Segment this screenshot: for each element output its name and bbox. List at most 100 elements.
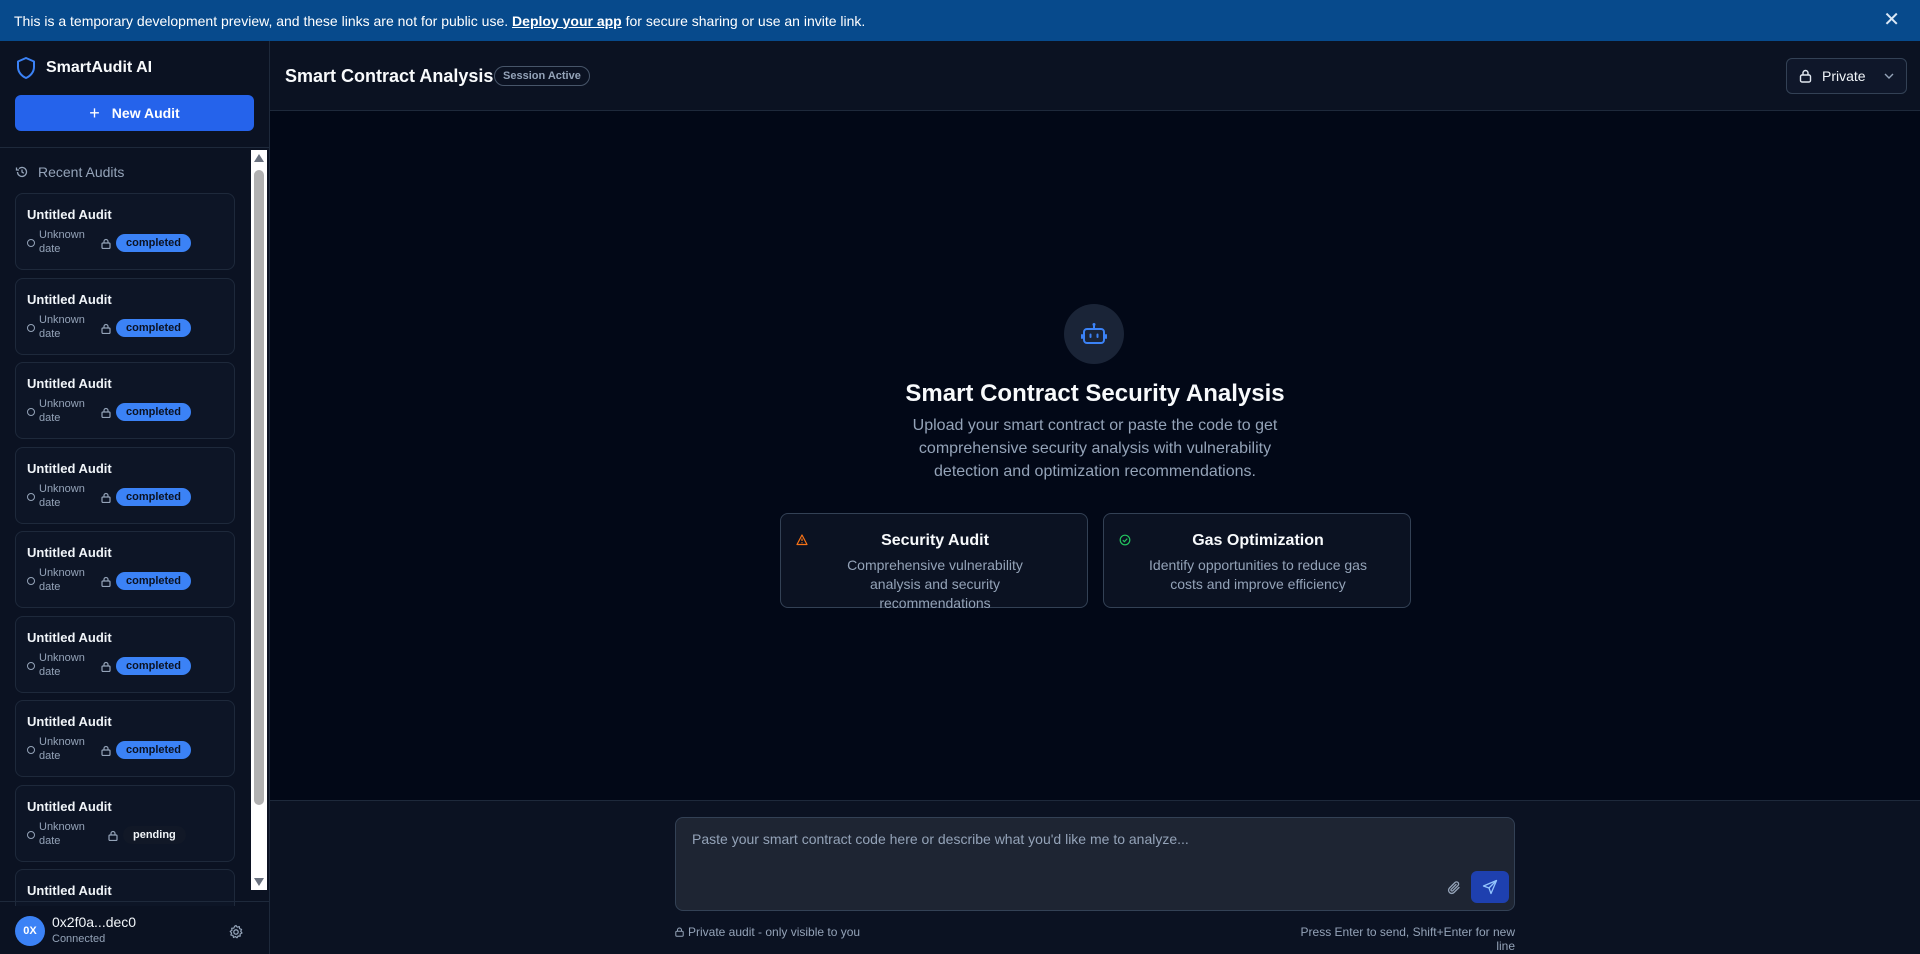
clock-icon: [27, 662, 35, 670]
audit-date: Unknown date: [39, 483, 85, 509]
audit-item[interactable]: Untitled Audit Unknown date completed: [15, 531, 235, 608]
feature-description: Identify opportunities to reduce gas cos…: [1149, 557, 1367, 592]
brand-name: SmartAudit AI: [46, 59, 153, 76]
scroll-down-icon[interactable]: [254, 878, 264, 886]
lock-icon: [101, 238, 111, 249]
clock-icon: [27, 408, 35, 416]
lock-icon: [108, 830, 118, 841]
header: Smart Contract Analysis Session Active P…: [270, 41, 1920, 111]
audit-item[interactable]: Untitled Audit Unknown date completed: [15, 447, 235, 524]
send-icon: [1482, 879, 1498, 895]
message-input[interactable]: Paste your smart contract code here or d…: [675, 817, 1515, 911]
feature-title: Security Audit: [881, 532, 989, 549]
scroll-up-icon[interactable]: [254, 154, 264, 162]
feature-description: Comprehensive vulnerability analysis and…: [847, 557, 1023, 611]
status-badge: completed: [116, 403, 192, 421]
audit-date: Unknown date: [39, 821, 85, 847]
feature-title: Gas Optimization: [1192, 532, 1324, 549]
clock-icon: [27, 831, 35, 839]
lock-icon: [101, 576, 111, 587]
visibility-dropdown[interactable]: Private: [1786, 58, 1907, 94]
clock-icon: [27, 324, 35, 332]
status-badge: completed: [116, 657, 192, 675]
privacy-note-text: Private audit - only visible to you: [688, 925, 861, 939]
clock-icon: [27, 239, 35, 247]
hero-title: Smart Contract Security Analysis: [905, 380, 1285, 407]
audit-item[interactable]: Untitled Audit Unknown date completed: [15, 700, 235, 777]
recent-audits-label: Recent Audits: [38, 164, 125, 180]
plus-icon: +: [89, 102, 100, 123]
message-placeholder: Paste your smart contract code here or d…: [692, 831, 1189, 847]
status-badge: completed: [116, 572, 192, 590]
keyboard-hint: Press Enter to send, Shift+Enter for new…: [1300, 925, 1515, 953]
composer-area: Paste your smart contract code here or d…: [270, 800, 1920, 954]
avatar[interactable]: 0X: [15, 916, 45, 946]
gear-icon[interactable]: [228, 924, 244, 940]
history-icon: [15, 166, 28, 178]
hero-description: Upload your smart contract or paste the …: [912, 417, 1278, 480]
security-audit-card[interactable]: Security Audit Comprehensive vulnerabili…: [780, 513, 1088, 611]
status-badge: pending: [123, 826, 186, 844]
audit-item[interactable]: Untitled Audit Unknown date completed: [15, 278, 235, 355]
wallet-address: 0x2f0a...dec0: [52, 914, 137, 930]
audit-date: Unknown date: [39, 652, 85, 678]
lock-icon: [101, 492, 111, 503]
page-title: Smart Contract Analysis: [285, 66, 494, 86]
lock-icon: [101, 407, 111, 418]
audit-date: Unknown date: [39, 229, 85, 255]
lock-icon: [101, 745, 111, 756]
audit-title: Untitled Audit: [27, 545, 112, 560]
audit-item[interactable]: Untitled Audit Unknown date completed: [15, 616, 235, 693]
gas-optimization-card[interactable]: Gas Optimization Identify opportunities …: [1103, 513, 1411, 608]
audit-title: Untitled Audit: [27, 714, 112, 729]
audit-date: Unknown date: [39, 736, 85, 762]
new-audit-button[interactable]: + New Audit: [15, 95, 254, 131]
audit-title: Untitled Audit: [27, 207, 112, 222]
lock-icon: [101, 661, 111, 672]
preview-banner: This is a temporary development preview,…: [0, 0, 1920, 41]
scrollbar-thumb[interactable]: [254, 170, 264, 805]
connection-status: Connected: [52, 933, 106, 945]
close-icon[interactable]: ✕: [1883, 10, 1900, 30]
sidebar: SmartAudit AI + New Audit Recent Audits …: [0, 41, 270, 954]
lock-icon: [101, 323, 111, 334]
audit-title: Untitled Audit: [27, 292, 112, 307]
lock-icon: [1799, 69, 1812, 83]
recent-audits-heading: Recent Audits: [15, 164, 124, 180]
session-badge: Session Active: [494, 66, 590, 86]
banner-text-after: for secure sharing or use an invite link…: [625, 12, 866, 29]
status-badge: completed: [116, 234, 192, 252]
audit-date: Unknown date: [39, 398, 85, 424]
sidebar-scrollbar[interactable]: [251, 150, 267, 890]
audit-title: Untitled Audit: [27, 461, 112, 476]
paperclip-icon[interactable]: [1446, 880, 1462, 896]
audit-title: Untitled Audit: [27, 799, 112, 814]
clock-icon: [27, 746, 35, 754]
chevron-down-icon: [1884, 73, 1894, 79]
user-profile: 0X 0x2f0a...dec0 Connected: [0, 901, 270, 954]
audit-item[interactable]: Untitled Audit Unknown date completed: [15, 362, 235, 439]
status-badge: completed: [116, 488, 192, 506]
lock-icon: [675, 927, 684, 937]
banner-text: This is a temporary development preview,…: [14, 12, 509, 29]
audit-date: Unknown date: [39, 314, 85, 340]
privacy-note: Private audit - only visible to you: [675, 925, 860, 939]
visibility-label: Private: [1822, 68, 1866, 84]
clock-icon: [27, 493, 35, 501]
send-button[interactable]: [1471, 871, 1509, 903]
robot-icon: [1064, 304, 1124, 364]
audit-item[interactable]: Untitled Audit Unknown date pending: [15, 785, 235, 862]
new-audit-label: New Audit: [111, 105, 180, 121]
status-badge: completed: [116, 319, 192, 337]
audit-title: Untitled Audit: [27, 630, 112, 645]
audit-date: Unknown date: [39, 567, 85, 593]
audit-item[interactable]: Untitled Audit Unknown date completed: [15, 193, 235, 270]
deploy-link[interactable]: Deploy your app: [512, 13, 622, 29]
status-badge: completed: [116, 741, 192, 759]
audit-title: Untitled Audit: [27, 376, 112, 391]
audit-title: Untitled Audit: [27, 883, 112, 898]
brand[interactable]: SmartAudit AI: [16, 57, 152, 79]
clock-icon: [27, 577, 35, 585]
divider: [0, 147, 270, 148]
audit-list: Untitled Audit Unknown date completed Un…: [15, 193, 235, 906]
